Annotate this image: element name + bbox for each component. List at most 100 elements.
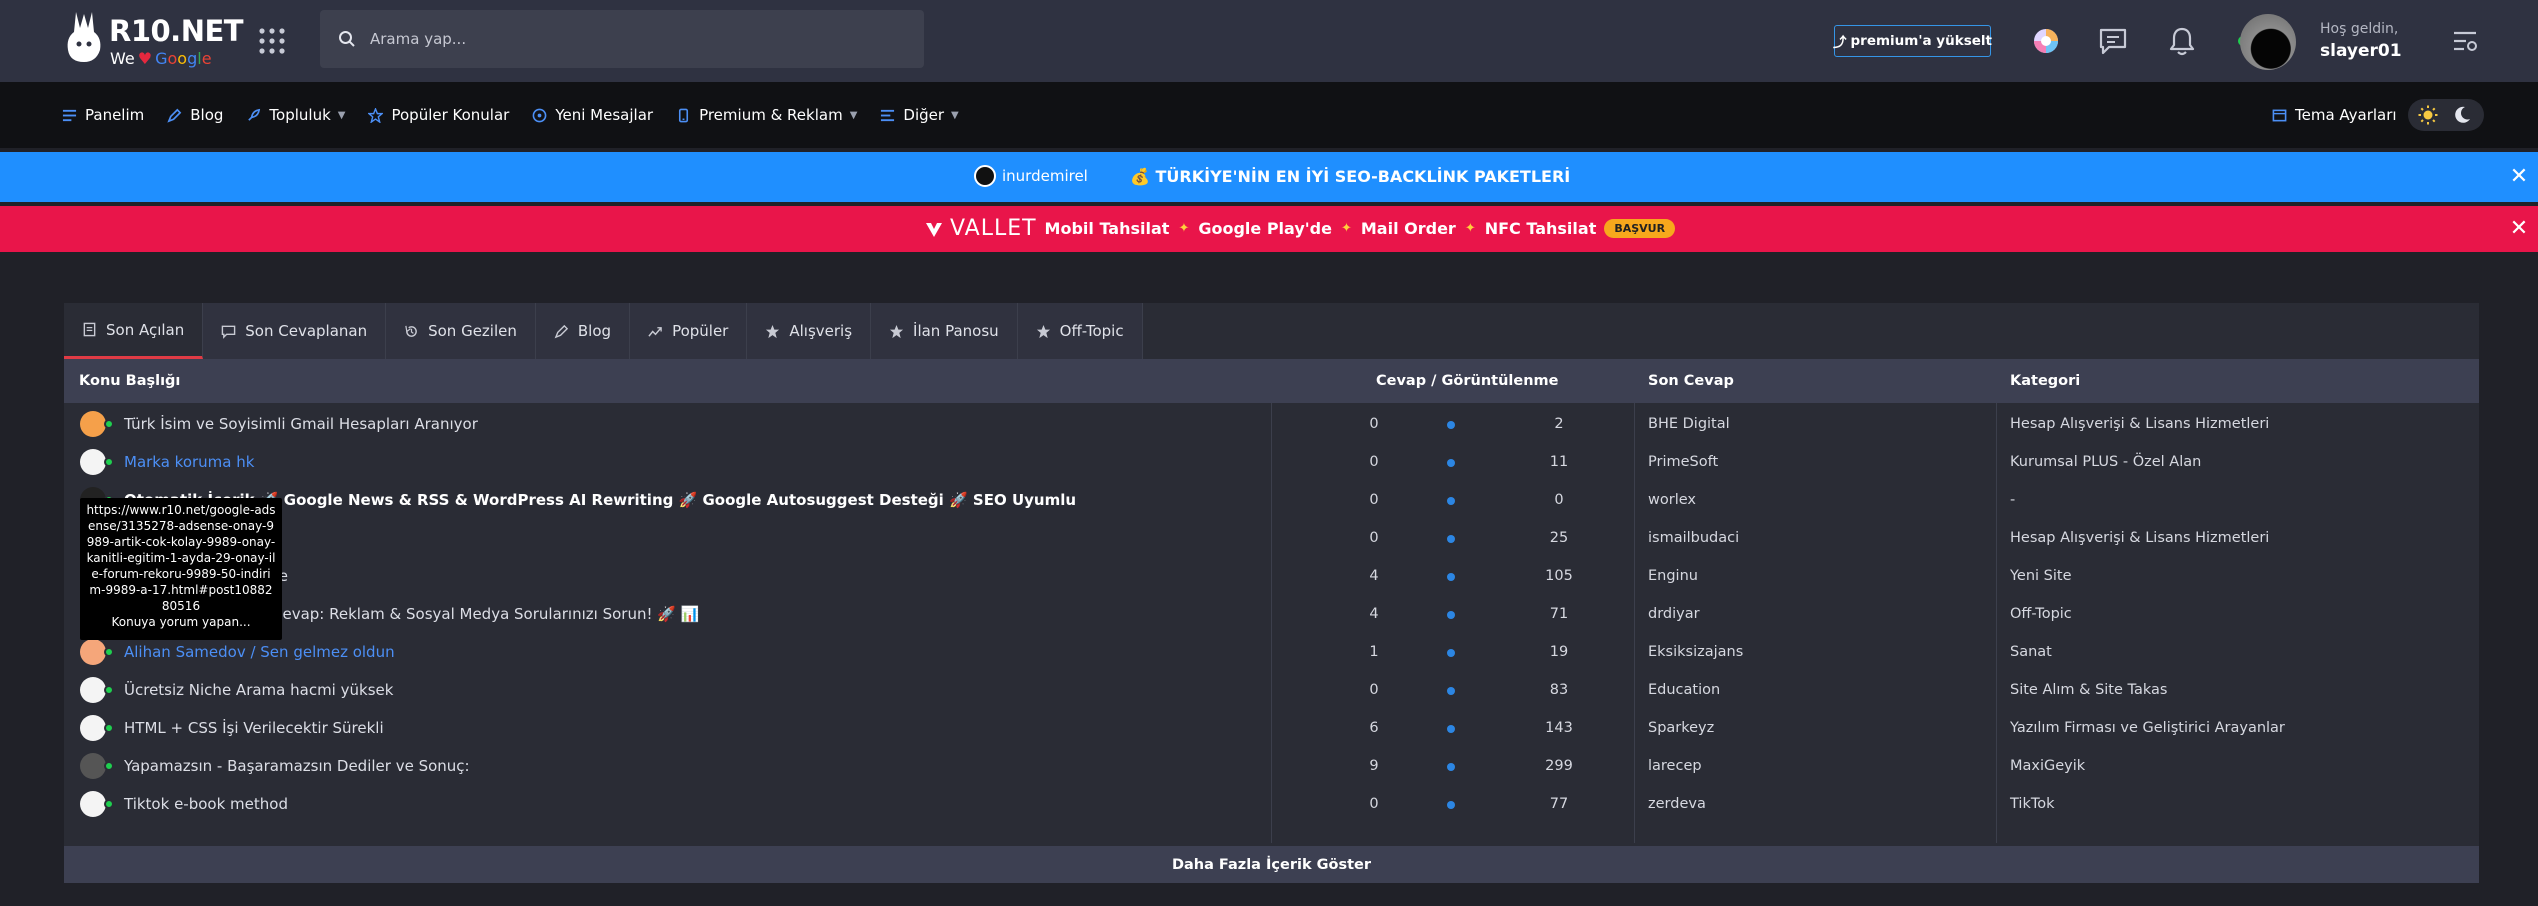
search-input[interactable] (370, 10, 890, 68)
avatar[interactable] (80, 677, 106, 703)
topic-title-link[interactable]: HTML + CSS İşi Verilecektir Sürekli (124, 709, 384, 747)
settings-sliders-icon[interactable] (2448, 24, 2482, 58)
theme-toggle[interactable] (2408, 99, 2484, 131)
last-reply-user[interactable]: ismailbudaci (1648, 519, 1739, 557)
seo-backlink-banner[interactable]: inurdemirel 💰 TÜRKİYE'NİN EN İYİ SEO-BAC… (0, 152, 2538, 202)
category-link[interactable]: Yazılım Firması ve Geliştirici Arayanlar (2010, 709, 2285, 747)
category-link[interactable]: Sanat (2010, 633, 2052, 671)
topic-title-link[interactable]: Tiktok e-book method (124, 785, 288, 823)
category-link[interactable]: - (2010, 481, 2015, 519)
tab-son-cevaplanan[interactable]: Son Cevaplanan (203, 303, 387, 359)
vallet-banner[interactable]: VALLET Mobil Tahsilat ✦ Google Play'de ✦… (0, 206, 2538, 252)
last-reply-user[interactable]: BHE Digital (1648, 405, 1730, 443)
nav-item-panelim[interactable]: Panelim (62, 106, 144, 124)
tab-son-gezilen[interactable]: Son Gezilen (386, 303, 536, 359)
premium-upgrade-button[interactable]: ⤴ premium'a yükselt (1833, 25, 1992, 57)
table-row[interactable]: Yapamazsın - Başaramazsın Dediler ve Son… (64, 747, 2479, 785)
user-avatar[interactable] (2240, 14, 2296, 70)
category-link[interactable]: Kurumsal PLUS - Özel Alan (2010, 443, 2201, 481)
avatar[interactable] (80, 791, 106, 817)
table-row[interactable]: Marka koruma hk 0 11 PrimeSoft Kurumsal PLUS… (64, 443, 2479, 481)
last-reply-user[interactable]: PrimeSoft (1648, 443, 1718, 481)
close-icon[interactable]: ✕ (2508, 218, 2530, 240)
close-icon[interactable]: ✕ (2508, 166, 2530, 188)
top-bar: R10.NET We♥Google ⤴premium'a yükselt (0, 0, 2538, 82)
online-status-dot (104, 799, 114, 809)
table-row[interactable]: HTML + CSS İşi Verilecektir Sürekli 6 143 S… (64, 709, 2479, 747)
last-reply-user[interactable]: larecep (1648, 747, 1702, 785)
profile-badge-icon[interactable] (2029, 24, 2063, 58)
google-letter: o (167, 49, 178, 68)
topic-title-link[interactable]: Marka koruma hk (124, 443, 254, 481)
table-row[interactable]: n Canva Sahibi Ol !025ismailbudaciHesap … (64, 519, 2479, 557)
last-reply-user[interactable]: Enginu (1648, 557, 1698, 595)
bell-icon[interactable] (2165, 24, 2199, 58)
link-tooltip: https://www.r10.net/google-adsense/31352… (80, 498, 282, 640)
last-reply-user[interactable]: worlex (1648, 481, 1696, 519)
tab-son-açılan[interactable]: Son Açılan (64, 303, 204, 359)
avatar[interactable] (80, 449, 106, 475)
separator-dot (1447, 763, 1455, 771)
nav-item-premium-reklam[interactable]: Premium & Reklam ▼ (676, 106, 857, 124)
topics-tabs: Son Açılan Son Cevaplanan Son Gezilen Blog P… (64, 303, 1143, 359)
brand-circle-icon (974, 165, 996, 187)
table-row[interactable]: Alihan Samedov / Sen gelmez oldun 1 19 Eksi… (64, 633, 2479, 671)
google-letter: e (201, 49, 212, 68)
username[interactable]: slayer01 (2320, 41, 2402, 61)
category-link[interactable]: Yeni Site (2010, 557, 2072, 595)
tab-popüler[interactable]: Popüler (630, 303, 748, 359)
site-logo[interactable]: R10.NET We ♥ Google (62, 8, 244, 68)
last-reply-user[interactable]: Education (1648, 671, 1720, 709)
topic-title-link[interactable]: Yapamazsın - Başaramazsın Dediler ve Son… (124, 747, 470, 785)
topic-title-link[interactable]: Ücretsiz Niche Arama hacmi yüksek (124, 671, 393, 709)
apply-button[interactable]: BAŞVUR (1604, 219, 1676, 238)
view-count: 77 (1549, 796, 1569, 812)
category-link[interactable]: Site Alım & Site Takas (2010, 671, 2167, 709)
tab-off-topic[interactable]: Off-Topic (1017, 303, 1143, 359)
table-row[interactable]: ami Site - Uk Adsense4105EnginuYeni Site (64, 557, 2479, 595)
show-more-button[interactable]: Daha Fazla İçerik Göster (64, 846, 2479, 883)
rocket-icon (248, 108, 261, 121)
table-row[interactable]: Türk İsim ve Soyisimli Gmail Hesapları A… (64, 405, 2479, 443)
reply-count: 0 (1369, 796, 1379, 812)
avatar[interactable] (80, 753, 106, 779)
table-row[interactable]: Otomatik İçerik 🚀 Google News & RSS & Wo… (64, 481, 2479, 519)
last-reply-user[interactable]: Eksiksizajans (1648, 633, 1743, 671)
last-reply-user[interactable]: drdiyar (1648, 595, 1700, 633)
topic-title-link[interactable]: Türk İsim ve Soyisimli Gmail Hesapları A… (124, 405, 478, 443)
apps-grid-icon[interactable] (258, 27, 286, 55)
category-link[interactable]: TikTok (2010, 785, 2055, 823)
avatar[interactable] (80, 411, 106, 437)
tab-alışveriş[interactable]: Alışveriş (747, 303, 872, 359)
table-row[interactable]: Tiktok e-book method 0 77 zerdeva TikTok (64, 785, 2479, 823)
category-link[interactable]: Hesap Alışverişi & Lisans Hizmetleri (2010, 405, 2269, 443)
table-header: Konu Başlığı Cevap / Görüntülenme Son Ce… (64, 359, 2479, 403)
tooltip-url: https://www.r10.net/google-adsense/31352… (86, 503, 276, 613)
last-reply-user[interactable]: zerdeva (1648, 785, 1706, 823)
separator-dot (1447, 611, 1455, 619)
table-row[interactable]: nızına Uzmanından Cevap: Reklam & Sosyal… (64, 595, 2479, 633)
avatar[interactable] (80, 639, 106, 665)
category-link[interactable]: Off-Topic (2010, 595, 2072, 633)
last-reply-user[interactable]: Sparkeyz (1648, 709, 1714, 747)
chat-icon[interactable] (2096, 24, 2130, 58)
tab-blog[interactable]: Blog (535, 303, 631, 359)
category-link[interactable]: Hesap Alışverişi & Lisans Hizmetleri (2010, 519, 2269, 557)
theme-settings-link[interactable]: Tema Ayarları (2272, 82, 2397, 148)
tab-i-lan-panosu[interactable]: İlan Panosu (871, 303, 1018, 359)
nav-item-blog[interactable]: Blog (167, 106, 223, 124)
search-icon[interactable] (338, 30, 356, 48)
table-row[interactable]: Ücretsiz Niche Arama hacmi yüksek 0 83 Educ… (64, 671, 2479, 709)
nav-item-populer-konular[interactable]: Popüler Konular (368, 106, 509, 124)
google-letter: g (187, 49, 198, 68)
sun-icon[interactable] (2418, 105, 2438, 125)
nav-item-diger[interactable]: Diğer ▼ (880, 106, 959, 124)
nav-item-yeni-mesajlar[interactable]: Yeni Mesajlar (532, 106, 653, 124)
avatar[interactable] (80, 715, 106, 741)
history-icon (405, 325, 417, 337)
nav-item-label: Diğer (903, 106, 945, 124)
nav-item-topluluk[interactable]: Topluluk ▼ (246, 106, 345, 124)
category-link[interactable]: MaxiGeyik (2010, 747, 2085, 785)
moon-icon[interactable] (2452, 105, 2472, 125)
reply-count: 0 (1369, 530, 1379, 546)
